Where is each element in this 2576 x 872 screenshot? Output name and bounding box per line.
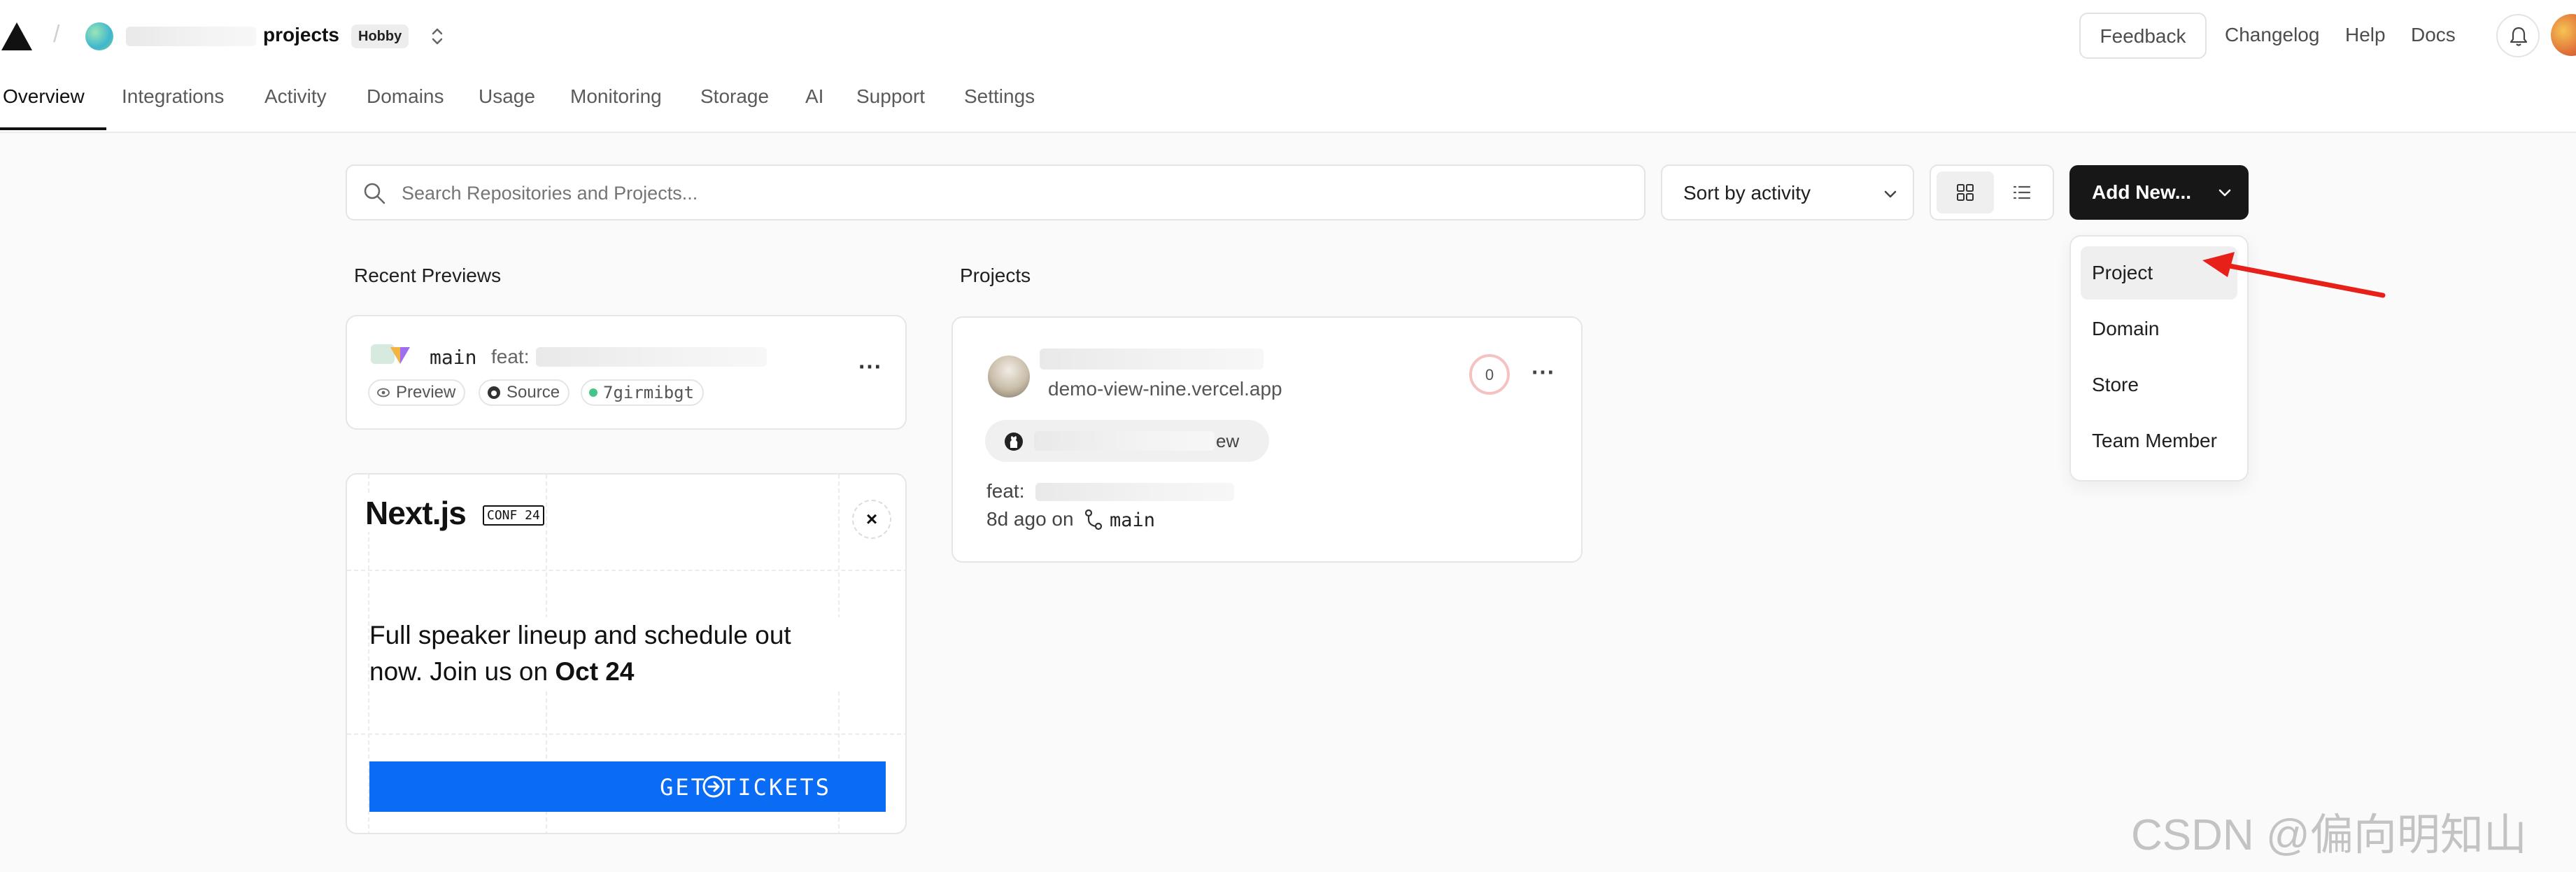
project-avatar: [988, 356, 1030, 398]
preview-chip[interactable]: Preview: [368, 379, 466, 406]
tab-monitoring[interactable]: Monitoring: [570, 85, 662, 108]
commit-hash: 7girmibgt: [603, 383, 695, 402]
commit-hash-chip[interactable]: 7girmibgt: [581, 379, 705, 406]
github-icon: [488, 386, 500, 399]
vercel-logo-icon[interactable]: [0, 21, 34, 52]
list-view-button[interactable]: [1995, 171, 2048, 213]
project-commit-prefix: feat:: [986, 480, 1025, 502]
team-avatar[interactable]: [85, 22, 113, 50]
source-chip-label: Source: [507, 383, 560, 402]
tab-domains[interactable]: Domains: [367, 85, 444, 108]
promo-text: Full speaker lineup and schedule out now…: [369, 617, 887, 690]
project-domain-link[interactable]: demo-view-nine.vercel.app: [1048, 378, 1282, 400]
project-branch: main: [1110, 509, 1156, 531]
sort-label: Sort by activity: [1683, 182, 1811, 204]
project-card[interactable]: demo-view-nine.vercel.app 0 ⋯ ew feat: 8…: [951, 316, 1583, 563]
promo-text-line1: Full speaker lineup and schedule out: [369, 621, 791, 649]
list-icon: [2013, 185, 2031, 199]
active-tab-indicator: [0, 127, 106, 130]
add-new-button[interactable]: Add New...: [2069, 165, 2249, 220]
more-options-icon[interactable]: ⋯: [858, 353, 882, 381]
chevron-down-icon: [2218, 189, 2231, 197]
tab-ai[interactable]: AI: [805, 85, 823, 108]
docs-link[interactable]: Docs: [2411, 24, 2456, 46]
eye-icon: [377, 388, 390, 398]
nextjs-conf-promo-card: Next.js CONF 24 × Full speaker lineup an…: [346, 473, 907, 834]
redacted-project-name: [1040, 349, 1264, 370]
repo-name-suffix: ew: [1216, 430, 1240, 451]
menu-item-domain[interactable]: Domain: [2081, 302, 2237, 356]
notifications-button[interactable]: [2496, 14, 2540, 57]
redacted-commit-message: [1035, 483, 1234, 501]
source-chip[interactable]: Source: [479, 379, 570, 406]
git-branch-icon: [1084, 509, 1103, 530]
user-avatar[interactable]: [2551, 14, 2576, 56]
search-icon: [364, 183, 385, 204]
grid-line: [347, 733, 905, 735]
project-last-deploy-time: 8d ago on: [986, 508, 1074, 530]
github-icon: [1005, 433, 1023, 451]
gem-icon: [390, 347, 410, 364]
tab-integrations[interactable]: Integrations: [122, 85, 224, 108]
projects-title: Projects: [960, 265, 1031, 286]
annotation-arrow-icon: [2202, 252, 2386, 298]
top-header: / projects Hobby Feedback Changelog Help…: [0, 0, 2576, 73]
menu-item-store[interactable]: Store: [2081, 358, 2237, 412]
promo-date: Oct 24: [555, 657, 635, 686]
breadcrumb-separator: /: [53, 21, 60, 48]
preview-chip-label: Preview: [396, 383, 456, 402]
add-new-label: Add New...: [2092, 181, 2192, 203]
score-value: 0: [1485, 366, 1494, 384]
csdn-watermark: CSDN @偏向明知山: [2131, 811, 2527, 859]
get-tickets-button[interactable]: GET TICKETS: [369, 761, 886, 812]
more-options-icon[interactable]: ⋯: [1531, 358, 1555, 386]
help-link[interactable]: Help: [2345, 24, 2386, 46]
recent-preview-card[interactable]: main feat: Preview Source 7girmibgt ⋯: [346, 315, 907, 430]
menu-item-team-member[interactable]: Team Member: [2081, 414, 2237, 467]
tab-usage[interactable]: Usage: [479, 85, 535, 108]
tab-settings[interactable]: Settings: [964, 85, 1035, 108]
repo-chip[interactable]: ew: [985, 420, 1269, 462]
conf-badge: CONF 24: [483, 505, 544, 526]
feedback-button[interactable]: Feedback: [2079, 13, 2207, 59]
bell-icon: [2510, 27, 2528, 46]
grid-icon: [1957, 184, 1974, 201]
ready-status-dot-icon: [589, 388, 597, 397]
nextjs-logo: Next.js: [365, 494, 467, 532]
search-box[interactable]: [346, 164, 1646, 220]
preview-branch: main: [430, 346, 477, 369]
tab-overview[interactable]: Overview: [3, 85, 85, 108]
grid-line: [347, 570, 905, 571]
preview-commit-prefix: feat:: [491, 346, 530, 367]
tab-support[interactable]: Support: [856, 85, 925, 108]
redacted-repo-name: [1034, 431, 1215, 451]
promo-text-line2: now. Join us on: [369, 657, 555, 686]
close-icon: ×: [865, 508, 878, 530]
changelog-link[interactable]: Changelog: [2225, 24, 2319, 46]
chevron-up-down-icon[interactable]: [428, 24, 446, 49]
close-button[interactable]: ×: [852, 500, 891, 539]
grid-view-button[interactable]: [1937, 171, 1994, 213]
team-name-suffix[interactable]: projects: [263, 24, 339, 46]
tab-activity[interactable]: Activity: [264, 85, 327, 108]
chevron-down-icon: [1884, 190, 1897, 198]
redacted-commit-message: [536, 347, 767, 367]
get-tickets-label: GET TICKETS: [660, 774, 831, 801]
plan-badge: Hobby: [351, 24, 409, 48]
view-toggle: [1930, 164, 2054, 220]
tab-storage[interactable]: Storage: [700, 85, 769, 108]
feedback-label: Feedback: [2100, 25, 2186, 47]
score-ring[interactable]: 0: [1469, 354, 1510, 395]
arrow-circle-right-icon: [702, 775, 725, 798]
search-input[interactable]: [400, 176, 1620, 211]
sort-select[interactable]: Sort by activity: [1661, 164, 1914, 220]
redacted-team-name: [126, 27, 256, 46]
recent-previews-title: Recent Previews: [354, 265, 502, 286]
